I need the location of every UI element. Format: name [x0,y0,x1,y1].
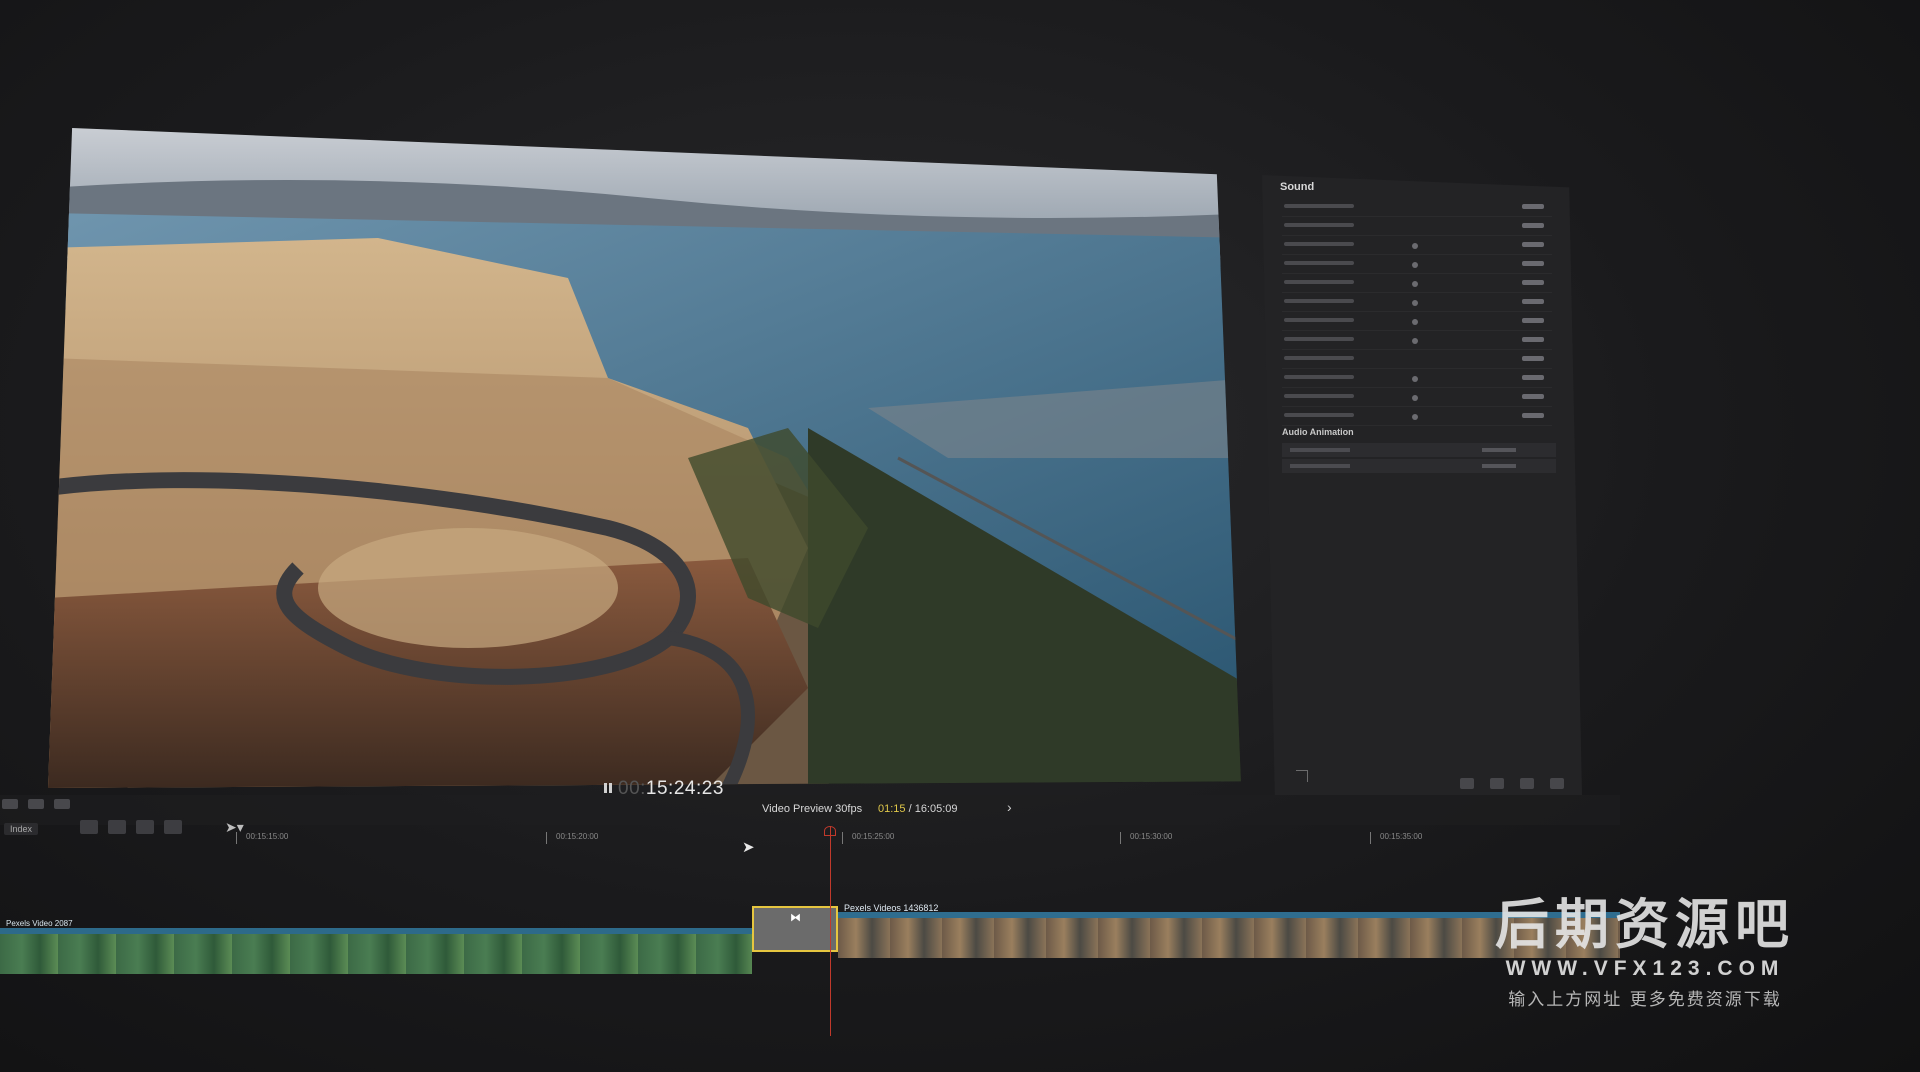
inspector-row[interactable] [1282,391,1552,407]
timeline-ruler[interactable]: 00:15:15:00 00:15:20:00 00:15:25:00 00:1… [0,830,1620,852]
mouse-cursor-icon: ➤ [742,839,755,856]
watermark: 后期资源吧 WWW.VFX123.COM 输入上方网址 更多免费资源下载 [1470,880,1820,1010]
tool-icon[interactable] [2,799,18,809]
inspector-row[interactable] [1282,334,1552,350]
transition-bowtie-icon: ⧓ [790,912,801,924]
video-viewer[interactable] [48,128,1241,788]
tool-icon[interactable] [54,799,70,809]
inspector-panel: Sound Audio Animation [1262,175,1582,795]
inspector-row[interactable] [1282,258,1552,274]
inspector-row[interactable] [1282,201,1552,217]
inspector-row[interactable] [1282,220,1552,236]
inspector-row[interactable] [1282,239,1552,255]
inspector-row[interactable] [1282,315,1552,331]
clip-a-label: Pexels Video 2087 [6,919,73,928]
watermark-subtitle: 输入上方网址 更多免费资源下载 [1508,990,1782,1010]
ruler-label: 00:15:30:00 [1130,832,1173,841]
audio-row[interactable] [1282,443,1556,457]
audio-row[interactable] [1282,459,1556,473]
next-arrow-icon[interactable]: › [1007,799,1012,815]
preview-time: 01:15 / 16:05:09 [878,803,958,815]
timeline-toolbar: Index ➤▾ Video Preview 30fps 01:15 / 16:… [0,795,1620,835]
inspector-row[interactable] [1282,410,1552,426]
tool-icon[interactable] [28,799,44,809]
ruler-tick [1370,832,1371,844]
audio-animation-section: Audio Animation [1282,427,1556,483]
playhead[interactable] [830,826,831,1036]
inspector-row[interactable] [1282,353,1552,369]
ruler-label: 00:15:15:00 [246,832,289,841]
fullscreen-icon[interactable] [1296,770,1308,782]
inspector-row[interactable] [1282,277,1552,293]
view-option-icon[interactable] [1490,778,1504,789]
watermark-url: WWW.VFX123.COM [1505,957,1785,980]
preview-total: / 16:05:09 [905,803,958,815]
inspector-row[interactable] [1282,296,1552,312]
timeline-left-tools [2,799,70,809]
inspector-row[interactable] [1282,372,1552,388]
playhead-handle[interactable] [824,826,836,836]
primary-storyline: Pexels Video 2087 Pexels Videos 1436812 … [0,900,1620,990]
ruler-tick [546,832,547,844]
view-option-icon[interactable] [1520,778,1534,789]
ruler-tick [236,832,237,844]
preview-label: Video Preview 30fps [762,803,863,815]
viewer-right-controls [1460,778,1564,789]
ruler-tick [842,832,843,844]
preview-current: 01:15 [878,803,906,815]
view-option-icon[interactable] [1550,778,1564,789]
watermark-title: 后期资源吧 [1495,893,1795,956]
inspector-parameter-list [1282,201,1552,429]
audio-section-title: Audio Animation [1282,427,1354,437]
clip-b-label: Pexels Videos 1436812 [844,903,939,913]
video-frame-image [48,128,1241,788]
ruler-label: 00:15:25:00 [852,832,895,841]
ruler-tick [1120,832,1121,844]
transition-clip[interactable]: ⧓ [752,906,838,952]
ruler-label: 00:15:20:00 [556,832,599,841]
video-clip-a[interactable] [0,934,752,974]
pause-icon[interactable] [604,783,612,795]
view-option-icon[interactable] [1460,778,1474,789]
ruler-label: 00:15:35:00 [1380,832,1423,841]
inspector-header: Sound [1280,181,1315,193]
